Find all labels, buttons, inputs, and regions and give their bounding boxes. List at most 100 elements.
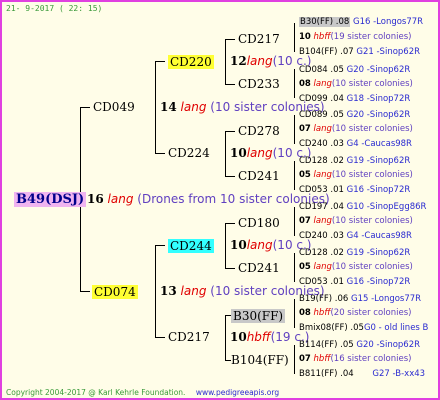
g4-4-id: CD084 .05 xyxy=(299,65,344,75)
g1-node-top[interactable]: CD049 xyxy=(93,101,135,113)
g2-node-4[interactable]: CD217 xyxy=(168,331,210,343)
g4-14-count: 07 xyxy=(299,216,311,226)
g3-node-6[interactable]: CD241 xyxy=(238,262,280,274)
g3-node-1[interactable]: CD217 xyxy=(238,33,280,45)
g4-5-desc: (10 sister colonies) xyxy=(331,79,413,89)
g3-node-8[interactable]: B104(FF) xyxy=(231,354,289,366)
g4-row-24[interactable]: B811(FF) .04 G27 -B-xx43 xyxy=(299,370,425,379)
g2-node-1[interactable]: CD220 xyxy=(168,55,214,69)
g4-row-22[interactable]: B114(FF) .05 G20 -Sinop62R xyxy=(299,341,420,350)
g4-3-id: B104(FF) .07 xyxy=(299,47,354,57)
g4-row-18[interactable]: CD053 .01 G16 -Sinop72R xyxy=(299,278,410,287)
g4-20-count: 08 xyxy=(299,308,311,318)
g2-4-count: 10 xyxy=(230,330,247,344)
g4-6-src: G18 -Sinop72R xyxy=(346,94,411,104)
g3-node-5[interactable]: CD180 xyxy=(238,217,280,229)
g4-4-src: G20 -Sinop62R xyxy=(346,65,411,75)
g4-row-14: 07 lang(10 sister colonies) xyxy=(299,217,413,226)
g4-16-src: G19 -Sinop62R xyxy=(346,248,411,258)
g4-18-id: CD053 .01 xyxy=(299,277,344,287)
g4-11-count: 05 xyxy=(299,170,311,180)
g4-21-id: Bmix08(FF) .05 xyxy=(299,323,364,333)
g4-7-src: G20 -Sinop62R xyxy=(346,110,411,120)
g1-node-bottom[interactable]: CD074 xyxy=(92,285,138,299)
g4-row-4[interactable]: CD084 .05 G20 -Sinop62R xyxy=(299,66,410,75)
g4-21-src: G0 - old lines B xyxy=(363,323,429,333)
g4-15-id: CD240 .03 xyxy=(299,231,344,241)
g2-node-2[interactable]: CD224 xyxy=(168,147,210,159)
g4-9-id: CD240 .03 xyxy=(299,139,344,149)
g4-row-12[interactable]: CD053 .01 G16 -Sinop72R xyxy=(299,186,410,195)
g4-7-id: CD089 .05 xyxy=(299,110,344,120)
root-drone-info: 16 lang (Drones from 10 sister colonies) xyxy=(87,193,330,205)
g4-11-desc: (10 sister colonies) xyxy=(331,170,413,180)
g4-8-desc: (10 sister colonies) xyxy=(331,124,413,134)
g4-row-21[interactable]: Bmix08(FF) .05G0 - old lines B xyxy=(299,324,428,333)
g1-top-lang: lang xyxy=(180,100,207,114)
g4-row-3[interactable]: B104(FF) .07 G21 -Sinop62R xyxy=(299,48,420,57)
g4-18-src: G16 -Sinop72R xyxy=(346,277,411,287)
g4-row-8: 07 lang(10 sister colonies) xyxy=(299,125,413,134)
g4-5-lang: lang xyxy=(313,79,332,89)
g4-row-13[interactable]: CD197 .04 G10 -SinopEgg86R xyxy=(299,203,426,212)
g3-node-4[interactable]: CD241 xyxy=(238,170,280,182)
g4-1-id: B30(FF) .08 xyxy=(299,17,351,27)
g4-6-id: CD099 .04 xyxy=(299,94,344,104)
g4-row-20: 08 hbff(20 sister colonies) xyxy=(299,309,411,318)
g4-24-id: B811(FF) .04 xyxy=(299,369,354,379)
g4-14-desc: (10 sister colonies) xyxy=(331,216,413,226)
g3-node-7[interactable]: B30(FF) xyxy=(231,309,286,323)
site-link[interactable]: www.pedigreeapis.org xyxy=(196,388,279,397)
g4-23-lang: hbff xyxy=(313,354,331,364)
g4-row-17: 05 lang(10 sister colonies) xyxy=(299,263,413,272)
footer: Copyright 2004-2017 @ Karl Kehrle Founda… xyxy=(6,388,279,397)
g4-23-desc: (16 sister colonies) xyxy=(330,354,412,364)
g4-16-id: CD128 .02 xyxy=(299,248,344,258)
g4-row-1[interactable]: B30(FF) .08 G16 -Longos77R xyxy=(299,17,424,27)
g4-1-src: G16 -Longos77R xyxy=(352,17,424,27)
g4-row-5: 08 lang(10 sister colonies) xyxy=(299,80,413,89)
g2-2-lang: lang xyxy=(246,146,273,160)
g1-bottom-lang: lang xyxy=(180,284,207,298)
g4-20-desc: (20 sister colonies) xyxy=(330,308,412,318)
g4-19-id: B19(FF) .06 xyxy=(299,294,349,304)
g4-9-src: G4 -Caucas98R xyxy=(346,139,412,149)
g4-5-count: 08 xyxy=(299,79,311,89)
g4-13-id: CD197 .04 xyxy=(299,202,344,212)
g2-3-count: 10 xyxy=(230,238,247,252)
g3-node-2[interactable]: CD233 xyxy=(238,78,280,90)
g4-11-lang: lang xyxy=(313,170,332,180)
g2-node-3[interactable]: CD244 xyxy=(168,239,214,253)
g4-row-2: 10 hbff(19 sister colonies) xyxy=(299,33,411,42)
g4-row-9[interactable]: CD240 .03 G4 -Caucas98R xyxy=(299,140,412,149)
g4-row-19[interactable]: B19(FF) .06 G15 -Longos77R xyxy=(299,295,421,304)
g4-2-count: 10 xyxy=(299,32,311,42)
g4-17-desc: (10 sister colonies) xyxy=(331,262,413,272)
g4-row-10[interactable]: CD128 .02 G19 -Sinop62R xyxy=(299,157,410,166)
g2-3-lang: lang xyxy=(246,238,273,252)
g4-22-src: G20 -Sinop62R xyxy=(356,340,421,350)
g4-row-6[interactable]: CD099 .04 G18 -Sinop72R xyxy=(299,95,410,104)
g4-row-7[interactable]: CD089 .05 G20 -Sinop62R xyxy=(299,111,410,120)
root-queen[interactable]: B49(DSJ) xyxy=(14,192,87,207)
root-count: 16 xyxy=(87,192,104,206)
g2-4-drone-info: 10hbff(19 c.) xyxy=(230,331,309,343)
g4-3-src: G21 -Sinop62R xyxy=(356,47,421,57)
g4-row-16[interactable]: CD128 .02 G19 -Sinop62R xyxy=(299,249,410,258)
g1-top-count: 14 xyxy=(160,100,177,114)
g4-24-src: G27 -B-xx43 xyxy=(372,369,426,379)
g4-8-lang: lang xyxy=(313,124,332,134)
g4-row-11: 05 lang(10 sister colonies) xyxy=(299,171,413,180)
g4-22-id: B114(FF) .05 xyxy=(299,340,354,350)
g4-14-lang: lang xyxy=(313,216,332,226)
g4-10-src: G19 -Sinop62R xyxy=(346,156,411,166)
g4-row-15[interactable]: CD240 .03 G4 -Caucas98R xyxy=(299,232,412,241)
g4-row-23: 07 hbff(16 sister colonies) xyxy=(299,355,411,364)
g4-10-id: CD128 .02 xyxy=(299,156,344,166)
g2-1-count: 12 xyxy=(230,54,247,68)
g4-2-lang: hbff xyxy=(313,32,331,42)
g4-8-count: 07 xyxy=(299,124,311,134)
g4-23-count: 07 xyxy=(299,354,311,364)
g2-4-lang: hbff xyxy=(246,330,271,344)
g3-node-3[interactable]: CD278 xyxy=(238,125,280,137)
